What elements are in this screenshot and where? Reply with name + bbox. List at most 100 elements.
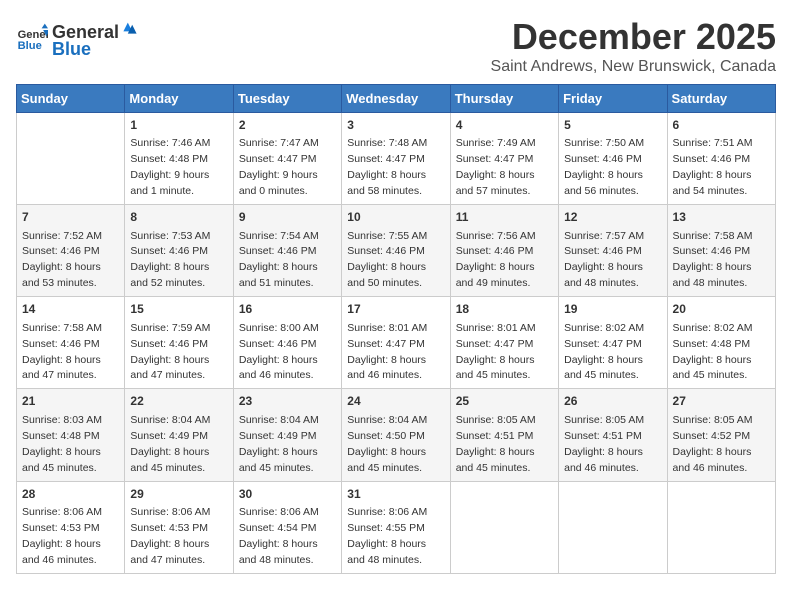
weekday-header: Tuesday [233, 85, 341, 113]
day-number: 23 [239, 393, 336, 410]
day-info: Sunrise: 8:06 AM Sunset: 4:54 PM Dayligh… [239, 506, 319, 566]
day-info: Sunrise: 8:02 AM Sunset: 4:48 PM Dayligh… [673, 322, 753, 382]
calendar-cell: 28 Sunrise: 8:06 AM Sunset: 4:53 PM Dayli… [17, 481, 125, 573]
calendar-cell: 1Sunrise: 7:46 AM Sunset: 4:48 PM Daylig… [125, 113, 233, 205]
calendar-cell: 22Sunrise: 8:04 AM Sunset: 4:49 PM Dayli… [125, 389, 233, 481]
calendar-cell: 5 Sunrise: 7:50 AM Sunset: 4:46 PM Daylig… [559, 113, 667, 205]
day-info: Sunrise: 7:58 AM Sunset: 4:46 PM Dayligh… [673, 230, 753, 290]
calendar-cell [17, 113, 125, 205]
day-number: 17 [347, 301, 444, 318]
calendar-cell: 24 Sunrise: 8:04 AM Sunset: 4:50 PM Dayli… [342, 389, 450, 481]
day-number: 21 [22, 393, 119, 410]
calendar-week-row: 21 Sunrise: 8:03 AM Sunset: 4:48 PM Dayli… [17, 389, 776, 481]
calendar-cell: 30 Sunrise: 8:06 AM Sunset: 4:54 PM Dayli… [233, 481, 341, 573]
day-number: 28 [22, 486, 119, 503]
calendar-cell: 8 Sunrise: 7:53 AM Sunset: 4:46 PM Daylig… [125, 205, 233, 297]
day-info: Sunrise: 8:03 AM Sunset: 4:48 PM Dayligh… [22, 414, 102, 474]
calendar-week-row: 14Sunrise: 7:58 AM Sunset: 4:46 PM Dayli… [17, 297, 776, 389]
day-info: Sunrise: 8:00 AM Sunset: 4:46 PM Dayligh… [239, 322, 319, 382]
calendar-cell: 20 Sunrise: 8:02 AM Sunset: 4:48 PM Dayli… [667, 297, 775, 389]
day-number: 18 [456, 301, 553, 318]
day-info: Sunrise: 7:52 AM Sunset: 4:46 PM Dayligh… [22, 230, 102, 290]
day-number: 1 [130, 117, 227, 134]
day-info: Sunrise: 8:04 AM Sunset: 4:50 PM Dayligh… [347, 414, 427, 474]
logo-arrow-icon [119, 16, 141, 38]
day-info: Sunrise: 8:06 AM Sunset: 4:53 PM Dayligh… [130, 506, 210, 566]
header-row: SundayMondayTuesdayWednesdayThursdayFrid… [17, 85, 776, 113]
logo-icon: General Blue [16, 22, 48, 54]
day-number: 24 [347, 393, 444, 410]
day-info: Sunrise: 7:53 AM Sunset: 4:46 PM Dayligh… [130, 230, 210, 290]
main-title: December 2025 [491, 16, 776, 58]
calendar-week-row: 28 Sunrise: 8:06 AM Sunset: 4:53 PM Dayli… [17, 481, 776, 573]
calendar-cell: 13 Sunrise: 7:58 AM Sunset: 4:46 PM Dayli… [667, 205, 775, 297]
day-number: 19 [564, 301, 661, 318]
logo: General Blue General Blue [16, 16, 141, 60]
day-info: Sunrise: 8:02 AM Sunset: 4:47 PM Dayligh… [564, 322, 644, 382]
day-number: 15 [130, 301, 227, 318]
calendar-cell: 12 Sunrise: 7:57 AM Sunset: 4:46 PM Dayli… [559, 205, 667, 297]
day-number: 7 [22, 209, 119, 226]
day-info: Sunrise: 7:54 AM Sunset: 4:46 PM Dayligh… [239, 230, 319, 290]
calendar-cell: 7 Sunrise: 7:52 AM Sunset: 4:46 PM Daylig… [17, 205, 125, 297]
day-info: Sunrise: 8:04 AM Sunset: 4:49 PM Dayligh… [239, 414, 319, 474]
day-number: 8 [130, 209, 227, 226]
weekday-header: Wednesday [342, 85, 450, 113]
day-info: Sunrise: 7:56 AM Sunset: 4:46 PM Dayligh… [456, 230, 536, 290]
title-section: December 2025 Saint Andrews, New Brunswi… [491, 16, 776, 76]
day-info: Sunrise: 7:59 AM Sunset: 4:46 PM Dayligh… [130, 322, 210, 382]
calendar-cell: 25 Sunrise: 8:05 AM Sunset: 4:51 PM Dayli… [450, 389, 558, 481]
day-number: 9 [239, 209, 336, 226]
day-info: Sunrise: 7:49 AM Sunset: 4:47 PM Dayligh… [456, 137, 536, 197]
subtitle: Saint Andrews, New Brunswick, Canada [491, 58, 776, 76]
calendar-cell: 11Sunrise: 7:56 AM Sunset: 4:46 PM Dayli… [450, 205, 558, 297]
day-number: 3 [347, 117, 444, 134]
calendar-cell: 27Sunrise: 8:05 AM Sunset: 4:52 PM Dayli… [667, 389, 775, 481]
day-number: 25 [456, 393, 553, 410]
calendar-table: SundayMondayTuesdayWednesdayThursdayFrid… [16, 84, 776, 574]
day-number: 16 [239, 301, 336, 318]
day-info: Sunrise: 8:05 AM Sunset: 4:51 PM Dayligh… [456, 414, 536, 474]
day-number: 30 [239, 486, 336, 503]
calendar-cell: 3Sunrise: 7:48 AM Sunset: 4:47 PM Daylig… [342, 113, 450, 205]
calendar-week-row: 7 Sunrise: 7:52 AM Sunset: 4:46 PM Daylig… [17, 205, 776, 297]
day-info: Sunrise: 8:04 AM Sunset: 4:49 PM Dayligh… [130, 414, 210, 474]
weekday-header: Saturday [667, 85, 775, 113]
day-info: Sunrise: 7:57 AM Sunset: 4:46 PM Dayligh… [564, 230, 644, 290]
calendar-week-row: 1Sunrise: 7:46 AM Sunset: 4:48 PM Daylig… [17, 113, 776, 205]
day-number: 6 [673, 117, 770, 134]
calendar-cell: 4Sunrise: 7:49 AM Sunset: 4:47 PM Daylig… [450, 113, 558, 205]
day-number: 20 [673, 301, 770, 318]
calendar-cell: 29Sunrise: 8:06 AM Sunset: 4:53 PM Dayli… [125, 481, 233, 573]
day-number: 12 [564, 209, 661, 226]
day-number: 10 [347, 209, 444, 226]
svg-text:General: General [18, 29, 48, 41]
day-number: 26 [564, 393, 661, 410]
weekday-header: Monday [125, 85, 233, 113]
day-number: 13 [673, 209, 770, 226]
weekday-header: Sunday [17, 85, 125, 113]
calendar-cell: 17 Sunrise: 8:01 AM Sunset: 4:47 PM Dayli… [342, 297, 450, 389]
calendar-cell: 6 Sunrise: 7:51 AM Sunset: 4:46 PM Daylig… [667, 113, 775, 205]
calendar-cell: 9 Sunrise: 7:54 AM Sunset: 4:46 PM Daylig… [233, 205, 341, 297]
weekday-header: Friday [559, 85, 667, 113]
day-info: Sunrise: 7:50 AM Sunset: 4:46 PM Dayligh… [564, 137, 644, 197]
day-number: 5 [564, 117, 661, 134]
calendar-cell: 14Sunrise: 7:58 AM Sunset: 4:46 PM Dayli… [17, 297, 125, 389]
calendar-cell: 21 Sunrise: 8:03 AM Sunset: 4:48 PM Dayli… [17, 389, 125, 481]
calendar-cell [559, 481, 667, 573]
svg-text:Blue: Blue [18, 40, 42, 52]
day-info: Sunrise: 7:58 AM Sunset: 4:46 PM Dayligh… [22, 322, 102, 382]
day-info: Sunrise: 8:01 AM Sunset: 4:47 PM Dayligh… [347, 322, 427, 382]
day-info: Sunrise: 8:05 AM Sunset: 4:52 PM Dayligh… [673, 414, 753, 474]
day-info: Sunrise: 8:01 AM Sunset: 4:47 PM Dayligh… [456, 322, 536, 382]
calendar-cell: 18 Sunrise: 8:01 AM Sunset: 4:47 PM Dayli… [450, 297, 558, 389]
day-info: Sunrise: 8:06 AM Sunset: 4:53 PM Dayligh… [22, 506, 102, 566]
calendar-cell [450, 481, 558, 573]
calendar-cell: 15 Sunrise: 7:59 AM Sunset: 4:46 PM Dayli… [125, 297, 233, 389]
calendar-cell: 2Sunrise: 7:47 AM Sunset: 4:47 PM Daylig… [233, 113, 341, 205]
calendar-cell [667, 481, 775, 573]
day-info: Sunrise: 7:51 AM Sunset: 4:46 PM Dayligh… [673, 137, 753, 197]
day-info: Sunrise: 8:05 AM Sunset: 4:51 PM Dayligh… [564, 414, 644, 474]
calendar-cell: 31Sunrise: 8:06 AM Sunset: 4:55 PM Dayli… [342, 481, 450, 573]
